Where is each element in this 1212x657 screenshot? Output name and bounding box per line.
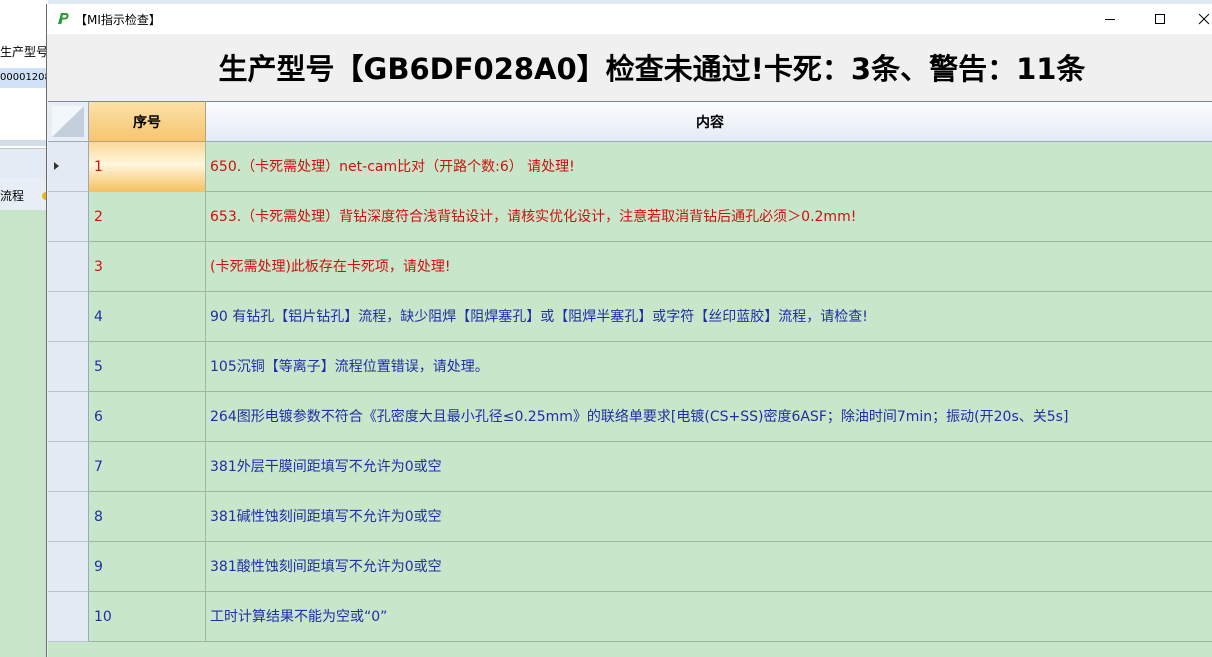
row-header[interactable] xyxy=(48,292,89,342)
cell-content[interactable]: 工时计算结果不能为空或“0” xyxy=(206,592,1212,642)
current-row-arrow-icon xyxy=(54,162,59,170)
row-header[interactable] xyxy=(48,142,89,192)
table-row[interactable]: 1 650.（卡死需处理）net-cam比对（开路个数:6） 请处理! xyxy=(48,142,1212,192)
bg-splitter[interactable] xyxy=(0,140,48,146)
table-row[interactable]: 9 381酸性蚀刻间距填写不允许为0或空 xyxy=(48,542,1212,592)
bg-lower-panel xyxy=(0,210,48,657)
background-window: 生产型号 000012085 流程 xyxy=(0,0,48,657)
close-icon xyxy=(1198,13,1210,25)
cell-no[interactable]: 2 xyxy=(89,192,206,242)
grid-rows: 1 650.（卡死需处理）net-cam比对（开路个数:6） 请处理! 2 653.（… xyxy=(48,142,1212,642)
app-logo-icon xyxy=(58,13,69,24)
cell-content[interactable]: 381外层干膜间距填写不允许为0或空 xyxy=(206,442,1212,492)
row-header[interactable] xyxy=(48,192,89,242)
bg-column-header: 生产型号 xyxy=(0,45,48,59)
minimize-icon xyxy=(1105,19,1115,20)
window-title: 【MI指示检查】 xyxy=(75,13,161,27)
cell-content[interactable]: 650.（卡死需处理）net-cam比对（开路个数:6） 请处理! xyxy=(206,142,1212,192)
bg-row-value[interactable]: 000012085 xyxy=(0,68,48,88)
cell-content[interactable]: 381酸性蚀刻间距填写不允许为0或空 xyxy=(206,542,1212,592)
column-header-no[interactable]: 序号 xyxy=(89,102,206,142)
cell-content[interactable]: 90 有钻孔【铝片钻孔】流程，缺少阻焊【阻焊塞孔】或【阻焊半塞孔】或字符【丝印蓝… xyxy=(206,292,1212,342)
bg-toolbar xyxy=(0,148,48,178)
cell-content[interactable]: 381碱性蚀刻间距填写不允许为0或空 xyxy=(206,492,1212,542)
row-header[interactable] xyxy=(48,442,89,492)
grid-header: 序号 内容 xyxy=(48,102,1212,142)
table-row[interactable]: 7 381外层干膜间距填写不允许为0或空 xyxy=(48,442,1212,492)
table-row[interactable]: 5 105沉铜【等离子】流程位置错误，请处理。 xyxy=(48,342,1212,392)
row-header[interactable] xyxy=(48,542,89,592)
minimize-button[interactable] xyxy=(1087,4,1133,34)
cell-no[interactable]: 6 xyxy=(89,392,206,442)
maximize-button[interactable] xyxy=(1137,4,1183,34)
cell-no[interactable]: 3 xyxy=(89,242,206,292)
maximize-icon xyxy=(1155,14,1165,24)
cell-no[interactable]: 10 xyxy=(89,592,206,642)
table-row[interactable]: 3 (卡死需处理)此板存在卡死项，请处理! xyxy=(48,242,1212,292)
corner-triangle-icon xyxy=(52,106,84,137)
cell-content[interactable]: 264图形电镀参数不符合《孔密度大且最小孔径≤0.25mm》的联络单要求[电镀(… xyxy=(206,392,1212,442)
table-row[interactable]: 2 653.（卡死需处理）背钻深度符合浅背钻设计，请核实优化设计，注意若取消背钻后… xyxy=(48,192,1212,242)
cell-no[interactable]: 5 xyxy=(89,342,206,392)
check-results-grid: 序号 内容 1 650.（卡死需处理）net-cam比对（开路个数:6） 请处理!… xyxy=(48,101,1212,657)
check-result-headline: 生产型号【GB6DF028A0】检查未通过!卡死：3条、警告：11条 xyxy=(218,52,1086,86)
table-row[interactable]: 4 90 有钻孔【铝片钻孔】流程，缺少阻焊【阻焊塞孔】或【阻焊半塞孔】或字符【丝印… xyxy=(48,292,1212,342)
table-row[interactable]: 6 264图形电镀参数不符合《孔密度大且最小孔径≤0.25mm》的联络单要求[电镀… xyxy=(48,392,1212,442)
close-button[interactable] xyxy=(1181,4,1212,34)
cell-no[interactable]: 9 xyxy=(89,542,206,592)
row-header[interactable] xyxy=(48,342,89,392)
row-header[interactable] xyxy=(48,492,89,542)
table-row[interactable]: 8 381碱性蚀刻间距填写不允许为0或空 xyxy=(48,492,1212,542)
row-header[interactable] xyxy=(48,392,89,442)
cell-no[interactable]: 8 xyxy=(89,492,206,542)
cell-content[interactable]: (卡死需处理)此板存在卡死项，请处理! xyxy=(206,242,1212,292)
column-header-content[interactable]: 内容 xyxy=(206,102,1212,142)
select-all-corner[interactable] xyxy=(48,102,89,142)
table-row[interactable]: 10 工时计算结果不能为空或“0” xyxy=(48,592,1212,642)
cell-content[interactable]: 653.（卡死需处理）背钻深度符合浅背钻设计，请核实优化设计，注意若取消背钻后通… xyxy=(206,192,1212,242)
cell-no[interactable]: 1 xyxy=(89,142,206,192)
cell-no[interactable]: 4 xyxy=(89,292,206,342)
row-header[interactable] xyxy=(48,242,89,292)
mi-check-dialog: 【MI指示检查】 生产型号【GB6DF028A0】检查未通过!卡死：3条、警告：… xyxy=(46,4,1212,657)
cell-content[interactable]: 105沉铜【等离子】流程位置错误，请处理。 xyxy=(206,342,1212,392)
cell-no[interactable]: 7 xyxy=(89,442,206,492)
title-bar[interactable]: 【MI指示检查】 xyxy=(47,4,1212,34)
row-header[interactable] xyxy=(48,592,89,642)
bg-process-label[interactable]: 流程 xyxy=(0,178,48,210)
